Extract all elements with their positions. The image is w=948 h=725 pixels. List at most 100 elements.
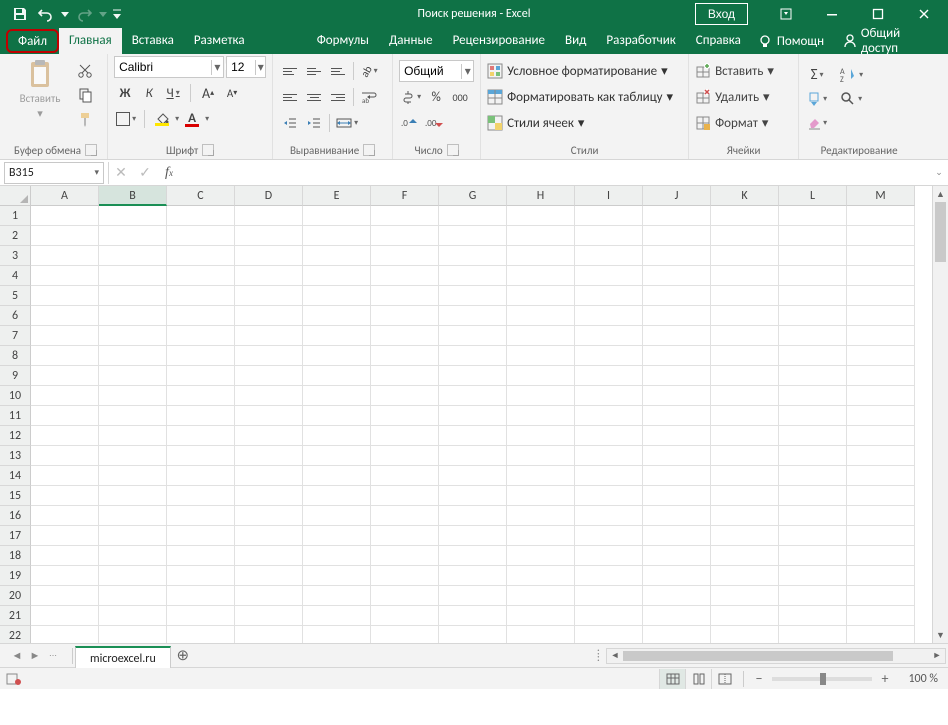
tab-help[interactable]: Справка	[686, 28, 751, 54]
row-header-7[interactable]: 7	[0, 326, 31, 346]
row-header-12[interactable]: 12	[0, 426, 31, 446]
cancel-formula-button[interactable]: ✕	[109, 162, 133, 184]
row-header-15[interactable]: 15	[0, 486, 31, 506]
align-left-button[interactable]	[279, 86, 301, 108]
maximize-icon[interactable]	[856, 0, 900, 28]
percent-button[interactable]: %	[425, 86, 447, 108]
expand-formula-bar-button[interactable]: ⌄	[930, 167, 948, 178]
col-header-B[interactable]: B	[99, 186, 167, 206]
tab-developer[interactable]: Разработчик	[596, 28, 685, 54]
accounting-format-button[interactable]: ▾	[399, 86, 423, 108]
align-right-button[interactable]	[327, 86, 349, 108]
fill-button[interactable]: ▾	[805, 88, 829, 110]
increase-decimal-button[interactable]: .0	[399, 112, 421, 134]
number-format-select[interactable]: ▾	[399, 60, 474, 82]
row-header-1[interactable]: 1	[0, 206, 31, 226]
tab-page-layout[interactable]: Разметка страницы	[184, 28, 307, 54]
vertical-scrollbar[interactable]: ▲ ▼	[932, 186, 948, 643]
horizontal-scrollbar[interactable]: ◄ ►	[606, 648, 946, 664]
copy-button[interactable]	[74, 84, 96, 106]
h-scroll-thumb[interactable]	[623, 651, 893, 661]
macro-record-icon[interactable]	[6, 672, 22, 686]
zoom-level[interactable]: 100 %	[894, 672, 942, 686]
share-button[interactable]: Общий доступ	[836, 28, 940, 54]
sheet-tab-active[interactable]: microexcel.ru	[75, 646, 171, 668]
save-icon[interactable]	[8, 2, 32, 26]
decrease-decimal-button[interactable]: .00	[423, 112, 445, 134]
row-header-17[interactable]: 17	[0, 526, 31, 546]
col-header-I[interactable]: I	[575, 186, 643, 206]
select-all-corner[interactable]	[0, 186, 31, 206]
row-header-18[interactable]: 18	[0, 546, 31, 566]
format-as-table-button[interactable]: Форматировать как таблицу▾	[487, 86, 673, 108]
tab-insert[interactable]: Вставка	[122, 28, 184, 54]
font-family-select[interactable]: ▾	[114, 56, 224, 78]
minimize-icon[interactable]	[810, 0, 854, 28]
page-break-view-button[interactable]	[711, 669, 737, 689]
normal-view-button[interactable]	[659, 669, 685, 689]
row-header-19[interactable]: 19	[0, 566, 31, 586]
page-layout-view-button[interactable]	[685, 669, 711, 689]
align-middle-button[interactable]	[303, 60, 325, 82]
row-header-14[interactable]: 14	[0, 466, 31, 486]
conditional-formatting-button[interactable]: Условное форматирование▾	[487, 60, 668, 82]
zoom-out-button[interactable]: −	[750, 670, 768, 687]
tab-home[interactable]: Главная	[59, 28, 122, 54]
alignment-launcher[interactable]	[363, 144, 375, 156]
login-button[interactable]: Вход	[695, 3, 748, 25]
row-header-13[interactable]: 13	[0, 446, 31, 466]
qat-customize-icon[interactable]	[110, 2, 124, 26]
font-color-button[interactable]: A	[181, 108, 203, 130]
cut-button[interactable]	[74, 60, 96, 82]
col-header-L[interactable]: L	[779, 186, 847, 206]
scroll-up-icon[interactable]: ▲	[933, 186, 948, 202]
clear-button[interactable]: ▾	[805, 112, 829, 134]
italic-button[interactable]: К	[138, 82, 160, 104]
tell-me-button[interactable]: Помощн	[751, 28, 830, 54]
tab-data[interactable]: Данные	[379, 28, 443, 54]
borders-button[interactable]: ▾	[114, 108, 138, 130]
row-header-16[interactable]: 16	[0, 506, 31, 526]
scroll-left-icon[interactable]: ◄	[607, 650, 623, 661]
row-header-2[interactable]: 2	[0, 226, 31, 246]
orientation-button[interactable]: ab▾	[358, 60, 380, 82]
v-scroll-thumb[interactable]	[935, 202, 946, 262]
tab-review[interactable]: Рецензирование	[443, 28, 555, 54]
format-painter-button[interactable]	[74, 108, 96, 130]
col-header-C[interactable]: C	[167, 186, 235, 206]
font-size-select[interactable]: ▾	[226, 56, 266, 78]
zoom-thumb[interactable]	[820, 673, 826, 685]
col-header-G[interactable]: G	[439, 186, 507, 206]
undo-icon[interactable]	[34, 2, 58, 26]
zoom-slider[interactable]	[772, 677, 872, 681]
col-header-M[interactable]: M	[847, 186, 915, 206]
insert-cells-button[interactable]: Вставить▾	[695, 60, 774, 82]
delete-cells-button[interactable]: Удалить▾	[695, 86, 769, 108]
format-cells-button[interactable]: Формат▾	[695, 112, 768, 134]
align-center-button[interactable]	[303, 86, 325, 108]
wrap-text-button[interactable]: ab	[358, 86, 380, 108]
cells-area[interactable]	[31, 206, 932, 643]
col-header-E[interactable]: E	[303, 186, 371, 206]
increase-font-button[interactable]: A▴	[197, 82, 219, 104]
close-icon[interactable]	[902, 0, 946, 28]
scroll-down-icon[interactable]: ▼	[933, 627, 948, 643]
insert-function-button[interactable]: fx	[157, 162, 181, 184]
row-header-20[interactable]: 20	[0, 586, 31, 606]
col-header-F[interactable]: F	[371, 186, 439, 206]
redo-dropdown-icon[interactable]	[98, 2, 108, 26]
row-header-6[interactable]: 6	[0, 306, 31, 326]
align-bottom-button[interactable]	[327, 60, 349, 82]
tab-formulas[interactable]: Формулы	[307, 28, 379, 54]
row-header-11[interactable]: 11	[0, 406, 31, 426]
enter-formula-button[interactable]: ✓	[133, 162, 157, 184]
sheet-prev-icon[interactable]: ◄	[8, 649, 26, 662]
row-header-21[interactable]: 21	[0, 606, 31, 626]
fill-color-button[interactable]	[151, 108, 173, 130]
find-select-button[interactable]: ▾	[837, 88, 865, 110]
row-header-8[interactable]: 8	[0, 346, 31, 366]
row-header-22[interactable]: 22	[0, 626, 31, 643]
tab-view[interactable]: Вид	[555, 28, 596, 54]
tab-file[interactable]: Файл	[6, 29, 59, 53]
autosum-button[interactable]: Σ▾	[805, 64, 829, 86]
